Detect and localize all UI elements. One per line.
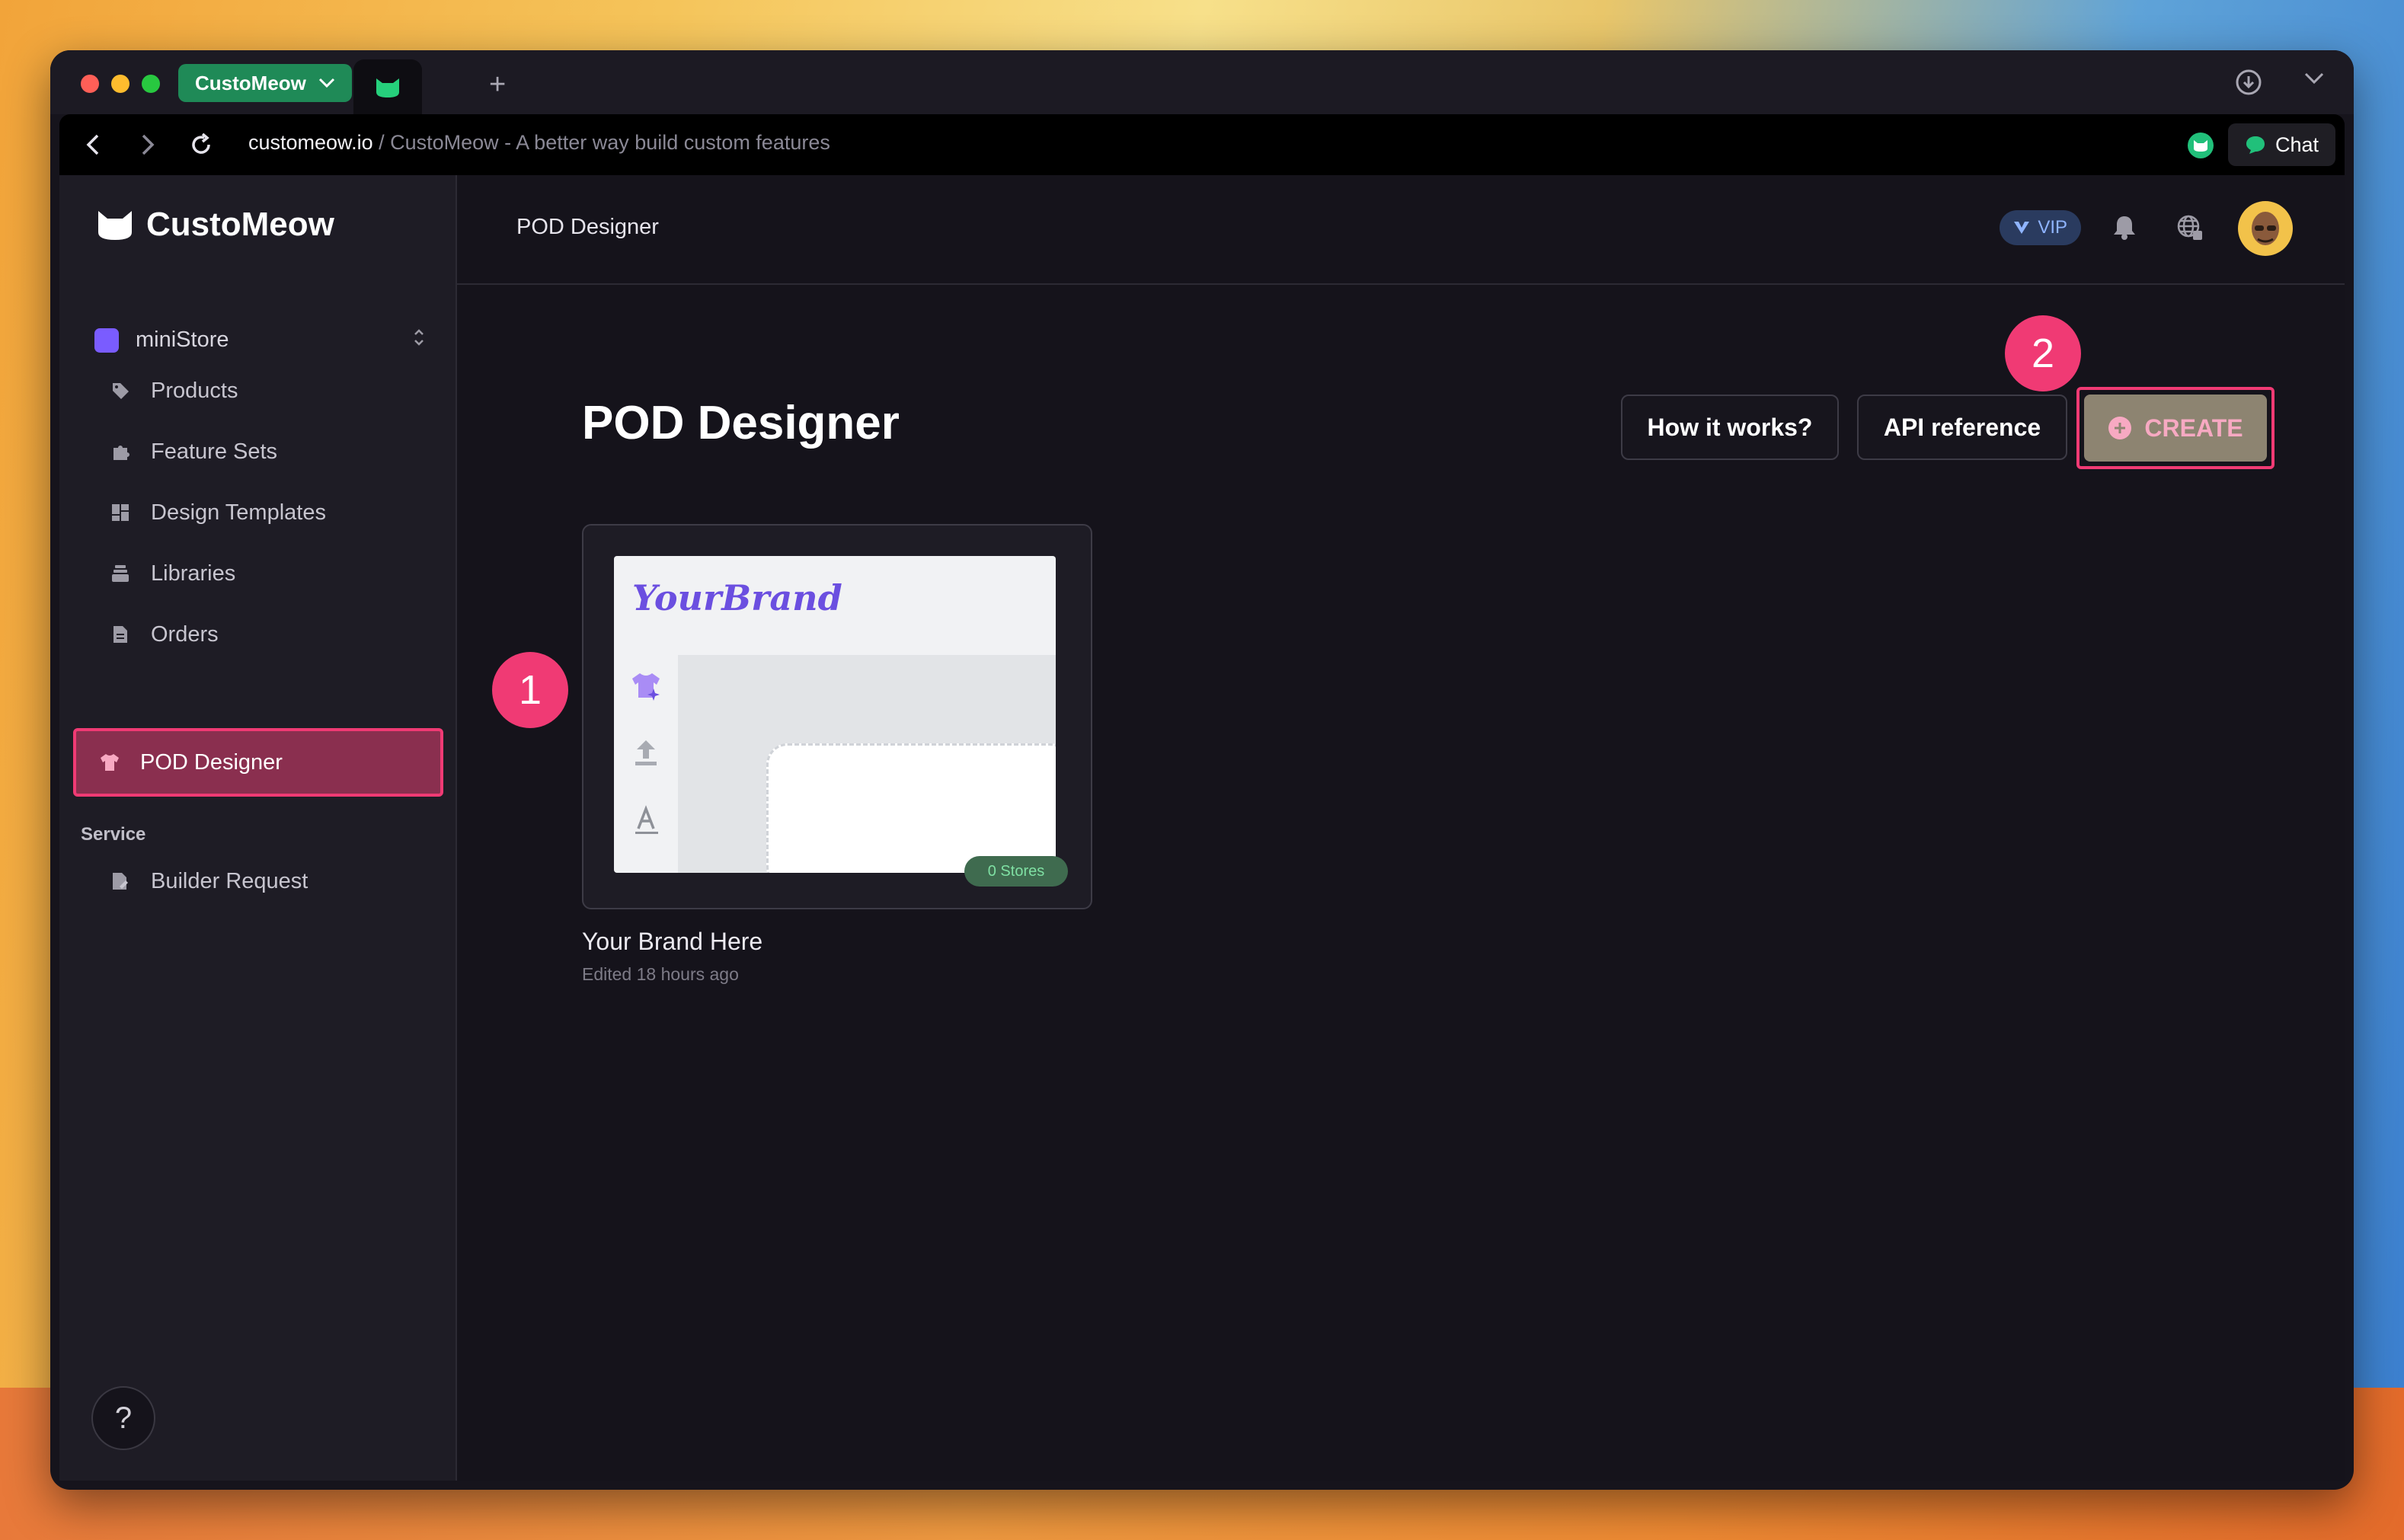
step-badge-2: 2 <box>2005 315 2081 391</box>
chat-button[interactable]: Chat <box>2227 123 2335 166</box>
thumbnail-brand-text: YourBrand <box>632 577 842 618</box>
sidebar-item-orders[interactable]: Orders <box>73 602 443 667</box>
reload-icon[interactable] <box>187 131 215 162</box>
sidebar-section-title: Service <box>81 824 146 845</box>
stores-badge: 0 Stores <box>964 856 1068 887</box>
sidebar-item-libraries[interactable]: Libraries <box>73 541 443 606</box>
tab-bar: CustoMeow + <box>50 50 2354 114</box>
sidebar-item-label: Orders <box>151 621 219 647</box>
sidebar-item-design-templates[interactable]: Design Templates <box>73 480 443 545</box>
top-bar: POD Designer VIP <box>457 175 2345 285</box>
avatar[interactable] <box>2238 201 2293 256</box>
tab-group-label: CustoMeow <box>195 71 306 94</box>
zoom-window-button[interactable] <box>142 75 160 93</box>
breadcrumb: POD Designer <box>516 215 659 239</box>
tab-group-chip[interactable]: CustoMeow <box>178 64 352 102</box>
forward-icon[interactable] <box>136 131 158 162</box>
vip-v-icon <box>2014 222 2030 234</box>
sidebar-item-feature-sets[interactable]: Feature Sets <box>73 419 443 484</box>
thumbnail-print-area <box>766 743 1056 873</box>
cat-logo-icon <box>98 211 132 240</box>
chat-label: Chat <box>2275 133 2319 156</box>
create-highlight: CREATE <box>2076 387 2275 469</box>
design-thumbnail: YourBrand <box>614 556 1056 873</box>
shirt-sparkle-icon <box>629 670 663 708</box>
card-title[interactable]: Your Brand Here <box>582 928 762 956</box>
chevron-updown-icon <box>413 327 425 353</box>
sidebar: CustoMeow miniStore Products Feature Set… <box>59 175 568 1481</box>
text-tool-icon <box>629 804 663 842</box>
globe-icon[interactable] <box>2175 213 2204 246</box>
create-button[interactable]: CREATE <box>2084 395 2267 462</box>
chevron-down-icon <box>318 78 334 88</box>
minimize-window-button[interactable] <box>111 75 129 93</box>
vip-label: VIP <box>2038 217 2067 238</box>
upload-icon <box>629 736 663 773</box>
main-panel: POD Designer VIP POD Designer How it wor… <box>457 175 2345 1481</box>
sidebar-item-pod-designer[interactable]: POD Designer <box>73 728 443 797</box>
store-selector[interactable]: miniStore <box>94 327 425 353</box>
sidebar-item-label: Builder Request <box>151 868 308 893</box>
url-field[interactable]: customeow.io / CustoMeow - A better way … <box>248 131 830 155</box>
document-edit-icon <box>110 871 131 892</box>
close-window-button[interactable] <box>81 75 99 93</box>
sidebar-item-label: Design Templates <box>151 500 326 525</box>
page-content: CustoMeow miniStore Products Feature Set… <box>59 175 2345 1481</box>
grid-icon <box>110 502 131 523</box>
browser-window: CustoMeow + customeow.io / CustoMeow - A… <box>50 50 2354 1490</box>
page-title: POD Designer <box>582 397 900 449</box>
brand-name: CustoMeow <box>146 206 334 243</box>
cat-logo-icon <box>376 78 399 97</box>
sidebar-item-label: POD Designer <box>140 749 283 775</box>
help-button[interactable]: ? <box>91 1386 155 1450</box>
design-card[interactable]: YourBrand 0 Stores <box>582 524 1092 909</box>
sidebar-item-label: Libraries <box>151 561 236 586</box>
document-icon <box>110 624 131 645</box>
sidebar-item-label: Feature Sets <box>151 439 278 464</box>
api-reference-button[interactable]: API reference <box>1857 395 2067 460</box>
new-tab-button[interactable]: + <box>489 70 506 99</box>
brand-logo[interactable]: CustoMeow <box>96 206 334 244</box>
sidebar-item-products[interactable]: Products <box>73 358 443 423</box>
address-bar: customeow.io / CustoMeow - A better way … <box>59 114 2345 175</box>
bell-icon[interactable] <box>2111 213 2137 244</box>
extension-cat-icon[interactable] <box>2188 133 2214 158</box>
vip-badge[interactable]: VIP <box>2000 210 2081 245</box>
store-icon <box>94 327 119 353</box>
how-it-works-button[interactable]: How it works? <box>1621 395 1839 460</box>
url-host: customeow.io <box>248 131 373 154</box>
chat-bubble-icon <box>2246 136 2265 154</box>
sidebar-item-label: Products <box>151 378 238 403</box>
download-icon[interactable] <box>2235 69 2262 100</box>
create-label: CREATE <box>2144 414 2243 442</box>
sidebar-item-builder-request[interactable]: Builder Request <box>73 848 443 914</box>
tag-icon <box>110 380 131 401</box>
plus-circle-icon <box>2108 417 2132 439</box>
puzzle-icon <box>110 441 131 462</box>
shirt-icon <box>99 752 120 773</box>
url-path: / CustoMeow - A better way build custom … <box>372 131 830 154</box>
back-icon[interactable] <box>82 131 105 162</box>
store-name: miniStore <box>136 327 229 352</box>
stack-icon <box>110 563 131 584</box>
tab-list-chevron-icon[interactable] <box>2303 72 2325 89</box>
active-tab[interactable] <box>353 59 422 114</box>
card-subtitle: Edited 18 hours ago <box>582 964 739 984</box>
